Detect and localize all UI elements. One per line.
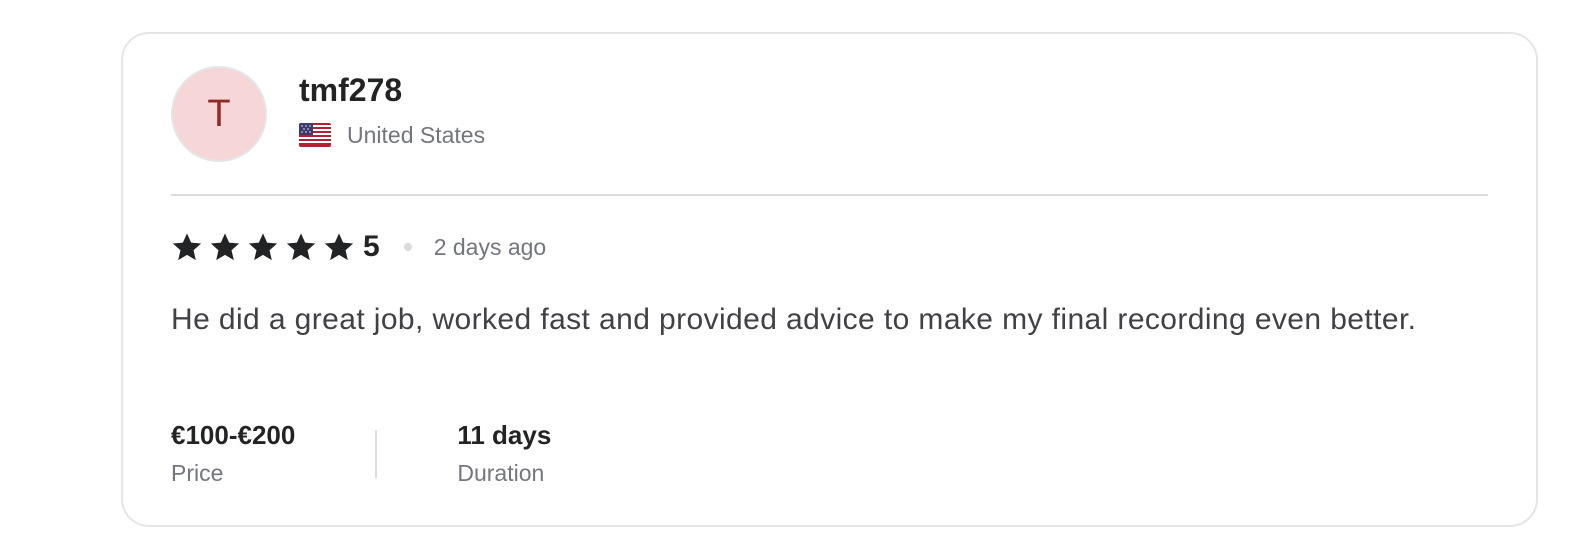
username[interactable]: tmf278 (299, 70, 485, 110)
duration-label: Duration (457, 460, 545, 486)
duration-stat: 11 days Duration (457, 418, 551, 488)
price-value: €100-€200 (171, 420, 296, 450)
review-date: 2 days ago (433, 233, 547, 260)
rating-value: 5 (363, 230, 380, 263)
country-row: United States (299, 120, 485, 150)
avatar[interactable]: T (171, 66, 267, 162)
star-icon (210, 233, 240, 261)
star-icon (172, 233, 202, 261)
rating-row: 5 2 days ago (171, 230, 546, 264)
star-icon (248, 233, 278, 261)
review-header: T tmf278 United States (171, 66, 485, 164)
star-rating (171, 231, 361, 263)
separator-dot (403, 243, 412, 251)
review-card: T tmf278 United States 5 2 days ago He d… (121, 32, 1538, 527)
duration-value: 11 days (457, 420, 552, 450)
review-stats: €100-€200 Price 11 days Duration (171, 418, 551, 488)
price-stat: €100-€200 Price (171, 418, 295, 488)
country-name: United States (347, 122, 486, 148)
review-text: He did a great job, worked fast and prov… (171, 303, 1417, 336)
star-icon (286, 233, 316, 261)
us-flag-icon (299, 123, 331, 147)
header-divider (171, 194, 1488, 196)
avatar-initial: T (207, 92, 231, 135)
user-info: tmf278 United States (299, 66, 485, 150)
price-label: Price (171, 460, 224, 486)
star-icon (324, 233, 354, 261)
stat-divider (375, 430, 378, 478)
